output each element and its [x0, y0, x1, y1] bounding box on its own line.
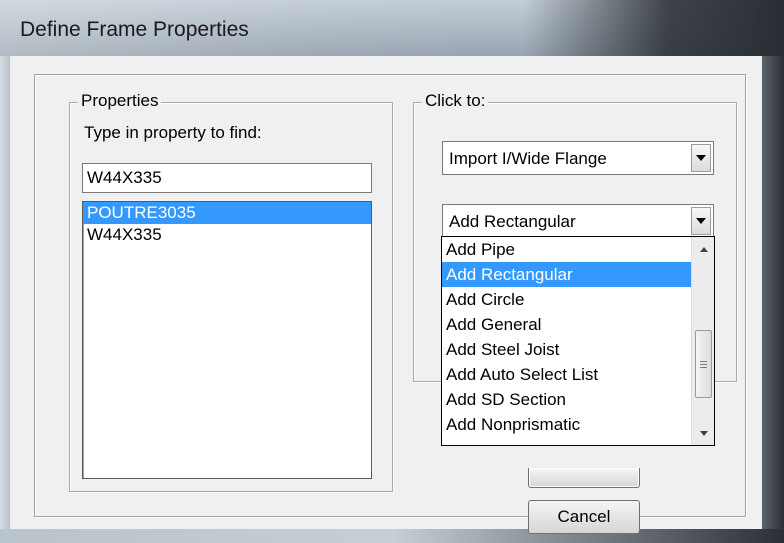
window-frame-right: [762, 56, 784, 543]
cancel-button[interactable]: Cancel: [528, 500, 640, 534]
window-frame-bottom: [0, 529, 784, 543]
dropdown-option[interactable]: Add Nonprismatic: [442, 412, 691, 437]
dropdown-option[interactable]: Add Rectangular: [442, 262, 691, 287]
hidden-button[interactable]: [528, 468, 640, 488]
find-property-label: Type in property to find:: [84, 123, 262, 142]
dropdown-option[interactable]: Add General: [442, 312, 691, 337]
add-combo-arrow-icon[interactable]: [691, 207, 711, 235]
scroll-up-icon[interactable]: [694, 239, 713, 259]
dialog-inner-border: Properties Type in property to find: W44…: [34, 74, 746, 534]
dialog-window: Define Frame Properties Properties Type …: [0, 0, 784, 543]
add-section-dropdown[interactable]: Add Pipe Add Rectangular Add Circle Add Gen…: [441, 236, 715, 446]
dropdown-scrollbar[interactable]: [691, 237, 714, 445]
scroll-down-icon[interactable]: [694, 423, 713, 443]
add-section-combo[interactable]: Add Rectangular: [442, 204, 714, 238]
find-property-input[interactable]: W44X335: [82, 163, 372, 193]
properties-group-label: Properties: [78, 91, 162, 111]
import-section-combo[interactable]: Import I/Wide Flange: [442, 141, 714, 175]
dialog-client-area: Properties Type in property to find: W44…: [10, 56, 762, 534]
import-section-value: Import I/Wide Flange: [449, 149, 607, 168]
properties-list-item[interactable]: W44X335: [83, 224, 371, 246]
title-bar-shade: [524, 0, 784, 56]
dropdown-option[interactable]: Add SD Section: [442, 387, 691, 412]
window-frame-left: [0, 56, 10, 543]
add-section-value: Add Rectangular: [449, 212, 576, 231]
dropdown-option[interactable]: Add Circle: [442, 287, 691, 312]
dropdown-option[interactable]: Add Steel Joist: [442, 337, 691, 362]
window-title: Define Frame Properties: [20, 18, 249, 41]
title-bar[interactable]: Define Frame Properties: [0, 0, 784, 56]
dropdown-option[interactable]: Add Auto Select List: [442, 362, 691, 387]
import-combo-arrow-icon[interactable]: [691, 144, 711, 172]
properties-list[interactable]: POUTRE3035 W44X335: [82, 201, 372, 479]
properties-group: Properties Type in property to find: W44…: [69, 91, 393, 492]
dropdown-option[interactable]: Add Pipe: [442, 237, 691, 262]
click-to-group-label: Click to:: [422, 91, 489, 111]
scroll-thumb[interactable]: [695, 330, 712, 398]
properties-list-item[interactable]: POUTRE3035: [83, 202, 371, 224]
